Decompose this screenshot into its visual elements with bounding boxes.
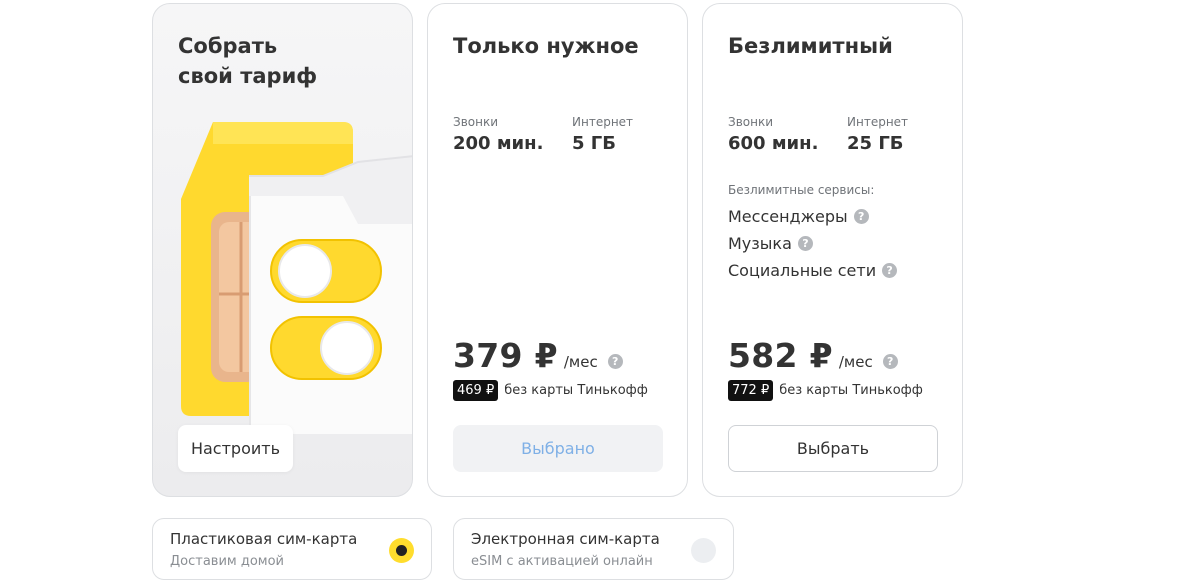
internet-label: Интернет [572,115,634,129]
price-row: 379 ₽ /мес ? [453,336,623,375]
service-item: Музыка ? [728,230,897,257]
sim-option-title: Электронная сим-карта [471,530,660,548]
internet-value: 5 ГБ [572,133,616,154]
internet-stat: Интернет 5 ГБ [572,114,633,154]
tariff-title: Безлимитный [728,34,893,58]
radio-unselected[interactable] [691,538,716,563]
choose-button[interactable]: Выбрать [728,425,938,472]
sim-option-plastic[interactable]: Пластиковая сим-карта Доставим домой [152,518,432,580]
radio-selected[interactable] [389,538,414,563]
sim-option-subtitle: eSIM с активацией онлайн [471,554,653,569]
old-price-row: 469 ₽ без карты Тинькофф [453,380,648,401]
configure-button[interactable]: Настроить [178,425,293,472]
calls-value: 200 мин. [453,133,544,154]
old-price-note: без карты Тинькофф [779,383,923,398]
service-item: Социальные сети ? [728,257,898,284]
help-icon[interactable]: ? [797,236,813,251]
price: 379 ₽ [453,336,558,375]
tariff-title: Только нужное [453,34,639,58]
calls-stat: Звонки 200 мин. [453,114,543,154]
old-price: 469 ₽ [453,380,499,401]
service-label: Мессенджеры [728,207,848,226]
old-price: 772 ₽ [728,380,774,401]
price: 582 ₽ [728,336,833,375]
price-period: /мес [563,353,598,371]
internet-value: 25 ГБ [847,133,904,154]
tariff-card-unlimited[interactable]: Безлимитный Звонки 600 мин. Интернет 25 … [702,3,963,497]
help-icon[interactable]: ? [882,354,898,369]
service-label: Музыка [728,234,792,253]
selected-button[interactable]: Выбрано [453,425,663,472]
internet-label: Интернет [847,115,909,129]
service-label: Социальные сети [728,261,877,280]
services-title: Безлимитные сервисы: [728,183,875,197]
sim-card-illustration [181,122,412,434]
help-icon[interactable]: ? [882,263,898,278]
calls-label: Звонки [453,115,498,129]
sim-option-subtitle: Доставим домой [170,554,284,569]
help-icon[interactable]: ? [853,209,869,224]
calls-label: Звонки [728,115,773,129]
price-row: 582 ₽ /мес ? [728,336,898,375]
price-period: /мес [838,353,873,371]
services-list: Мессенджеры ? Музыка ? Социальные сети ? [728,203,898,284]
custom-tariff-card[interactable]: Собрать свой тариф Настроить [152,3,413,497]
custom-tariff-title: Собрать свой тариф [178,34,318,88]
sim-option-title: Пластиковая сим-карта [170,530,358,548]
sim-option-esim[interactable]: Электронная сим-карта eSIM с активацией … [453,518,734,580]
old-price-note: без карты Тинькофф [504,383,648,398]
help-icon[interactable]: ? [607,354,623,369]
service-item: Мессенджеры ? [728,203,897,230]
internet-stat: Интернет 25 ГБ [847,114,908,154]
old-price-row: 772 ₽ без карты Тинькофф [728,380,923,401]
calls-value: 600 мин. [728,133,819,154]
calls-stat: Звонки 600 мин. [728,114,818,154]
tariff-card-essential[interactable]: Только нужное Звонки 200 мин. Интернет 5… [427,3,688,497]
